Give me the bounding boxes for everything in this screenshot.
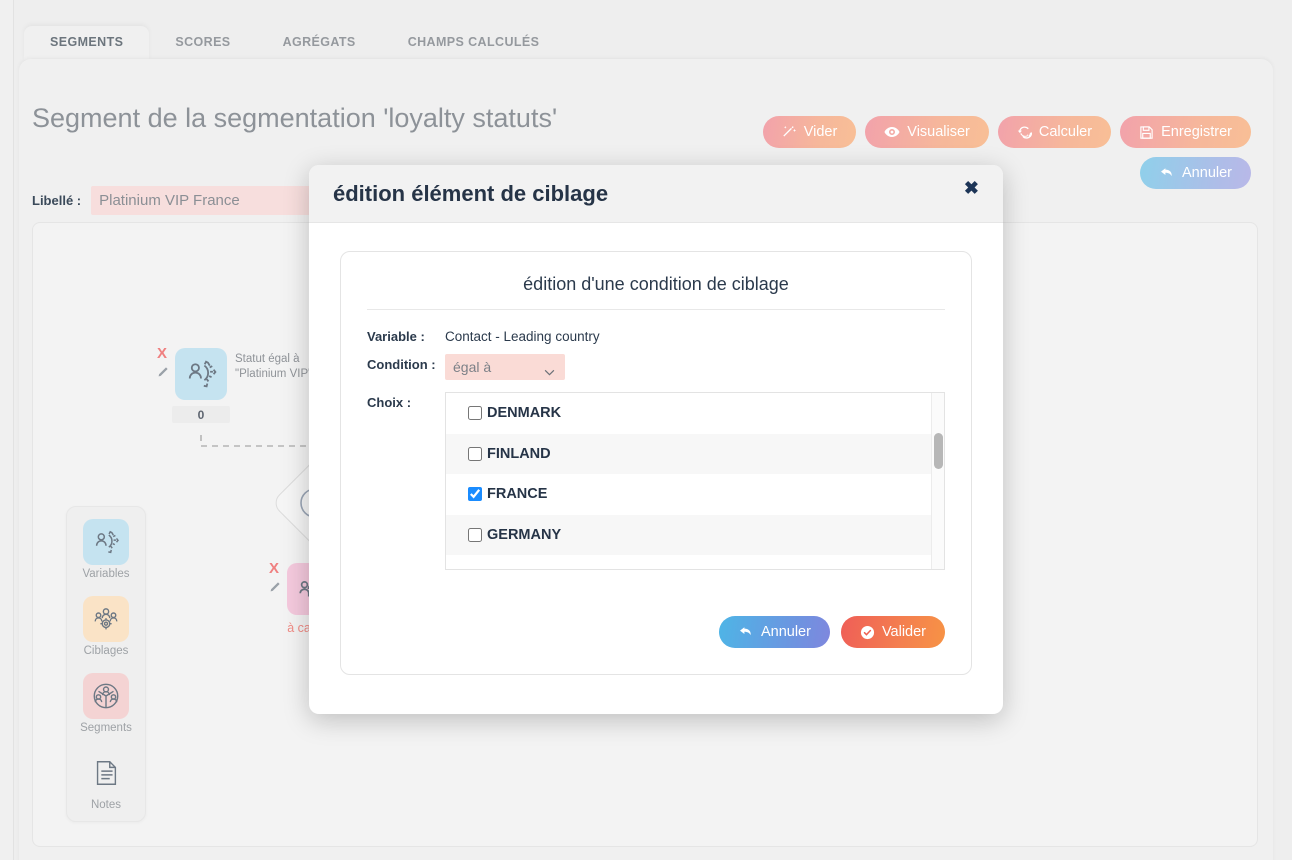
modal-header: édition élément de ciblage ✖ [309, 165, 1003, 223]
choice-label: FINLAND [487, 445, 551, 462]
edit-node-icon[interactable] [268, 581, 281, 599]
tab-bar: SEGMENTS SCORES AGRÉGATS CHAMPS CALCULÉS [24, 18, 565, 60]
condition-select[interactable]: égal à [445, 354, 565, 380]
palette-item-notes[interactable]: Notes [83, 750, 129, 811]
edit-node-icon[interactable] [156, 366, 169, 384]
save-icon [1139, 125, 1154, 140]
tab-champs-calcules[interactable]: CHAMPS CALCULÉS [382, 26, 566, 61]
annuler-top-button-label: Annuler [1182, 165, 1232, 182]
graph-node-variable-count: 0 [172, 406, 230, 423]
variables-icon [83, 519, 129, 565]
modal-body: édition d'une condition de ciblage Varia… [309, 223, 1003, 676]
modal-valider-button-label: Valider [881, 624, 926, 640]
choice-label: FRANCE [487, 486, 548, 503]
vider-button[interactable]: Vider [762, 116, 857, 149]
palette-item-ciblages-label: Ciblages [83, 645, 129, 657]
eye-icon [884, 124, 900, 140]
modal-valider-button[interactable]: Valider [840, 616, 945, 649]
modal-action-buttons: Annuler Valider [367, 616, 945, 649]
enregistrer-button[interactable]: Enregistrer [1120, 116, 1251, 149]
choix-label: Choix : [367, 395, 412, 410]
tool-palette: Variables Ciblages Segments Notes [66, 506, 146, 822]
magic-wand-icon [782, 125, 797, 140]
delete-node-icon[interactable]: X [269, 561, 279, 576]
choice-label: GERMANY [487, 526, 562, 543]
modal-title: édition élément de ciblage [333, 180, 609, 206]
palette-item-ciblages[interactable]: Ciblages [83, 596, 129, 657]
edition-element-ciblage-modal: édition élément de ciblage ✖ édition d'u… [309, 165, 1003, 714]
modal-annuler-button[interactable]: Annuler [718, 616, 830, 649]
annuler-top-button[interactable]: Annuler [1140, 157, 1251, 190]
undo-arrow-icon [1159, 165, 1175, 181]
segments-icon [83, 673, 129, 719]
choice-label: DENMARK [487, 405, 562, 422]
choix-row: Choix : DENMARK FINLAND FRANCE GERMANY [367, 392, 945, 570]
choice-checkbox-denmark[interactable] [468, 406, 482, 421]
tab-agregats[interactable]: AGRÉGATS [257, 26, 382, 61]
condition-label: Condition : [367, 357, 436, 372]
list-item[interactable]: GERMANY [446, 514, 944, 555]
visualiser-button[interactable]: Visualiser [865, 116, 989, 149]
choice-checkbox-finland[interactable] [468, 446, 482, 461]
undo-arrow-icon [738, 624, 754, 640]
palette-item-notes-label: Notes [90, 799, 122, 811]
tab-segments[interactable]: SEGMENTS [24, 25, 150, 60]
page-title: Segment de la segmentation 'loyalty stat… [32, 103, 558, 133]
variable-label: Variable : [367, 329, 425, 344]
enregistrer-button-label: Enregistrer [1161, 124, 1232, 140]
condition-card-title: édition d'une condition de ciblage [367, 274, 945, 310]
vider-button-label: Vider [803, 124, 838, 140]
palette-item-segments-label: Segments [80, 722, 132, 734]
visualiser-button-label: Visualiser [907, 124, 970, 140]
list-item[interactable]: FINLAND [446, 433, 944, 474]
libelle-input[interactable] [91, 186, 336, 215]
libelle-label: Libellé : [32, 193, 82, 208]
choices-scrollbar[interactable] [931, 393, 944, 569]
page-scrollbar[interactable] [0, 0, 14, 860]
variable-row: Variable : Contact - Leading country [367, 326, 945, 344]
list-item[interactable]: FRANCE [446, 474, 944, 515]
graph-node-variable[interactable]: X Statut égal à "Platinium VIP" 0 [157, 346, 312, 423]
app-root: SEGMENTS SCORES AGRÉGATS CHAMPS CALCULÉS… [0, 0, 1292, 860]
condition-select-wrap: égal à [445, 354, 565, 380]
delete-node-icon[interactable]: X [157, 346, 167, 361]
condition-row: Condition : égal à [367, 354, 945, 380]
variable-value: Contact - Leading country [445, 329, 600, 344]
choices-scrollbar-thumb[interactable] [934, 433, 943, 469]
calculer-button[interactable]: Calculer [997, 116, 1112, 149]
tab-scores[interactable]: SCORES [149, 26, 256, 61]
palette-item-variables-label: Variables [82, 568, 130, 580]
choice-checkbox-france[interactable] [468, 487, 482, 502]
choice-checkbox-germany[interactable] [468, 527, 482, 542]
ciblages-icon [83, 596, 129, 642]
libelle-row: Libellé : [32, 186, 336, 215]
condition-card: édition d'une condition de ciblage Varia… [340, 251, 972, 676]
list-item[interactable]: DENMARK [446, 393, 944, 434]
notes-icon [83, 750, 129, 796]
calculer-button-label: Calculer [1038, 124, 1093, 140]
palette-item-variables[interactable]: Variables [82, 519, 130, 580]
choices-list[interactable]: DENMARK FINLAND FRANCE GERMANY [445, 392, 945, 570]
palette-item-segments[interactable]: Segments [80, 673, 132, 734]
modal-annuler-button-label: Annuler [760, 624, 811, 640]
refresh-icon [1017, 125, 1032, 140]
check-circle-icon [860, 625, 875, 640]
close-icon[interactable]: ✖ [964, 179, 979, 197]
variables-icon [175, 348, 227, 400]
